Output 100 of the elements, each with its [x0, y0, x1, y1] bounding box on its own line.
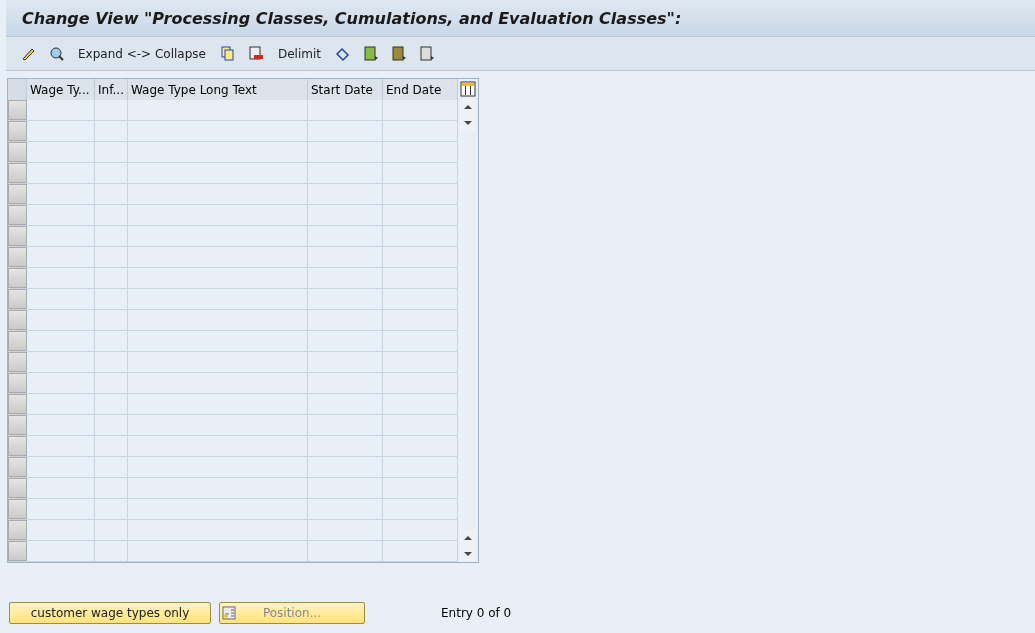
table-cell[interactable]: [308, 499, 383, 520]
table-cell[interactable]: [383, 541, 458, 562]
table-cell[interactable]: [308, 520, 383, 541]
table-cell[interactable]: [27, 247, 95, 268]
row-selector[interactable]: [8, 373, 27, 394]
table-cell[interactable]: [27, 226, 95, 247]
row-selector[interactable]: [8, 436, 27, 457]
table-cell[interactable]: [128, 163, 308, 184]
table-cell[interactable]: [308, 247, 383, 268]
row-selector[interactable]: [8, 394, 27, 415]
row-selector[interactable]: [8, 226, 27, 247]
row-selector[interactable]: [8, 121, 27, 142]
row-selector[interactable]: [8, 142, 27, 163]
row-selector[interactable]: [8, 247, 27, 268]
table-cell[interactable]: [383, 499, 458, 520]
table-cell[interactable]: [308, 163, 383, 184]
table-cell[interactable]: [95, 499, 128, 520]
table-cell[interactable]: [128, 184, 308, 205]
table-cell[interactable]: [95, 457, 128, 478]
row-selector[interactable]: [8, 310, 27, 331]
table-cell[interactable]: [27, 541, 95, 562]
table-cell[interactable]: [95, 163, 128, 184]
row-selector[interactable]: [8, 499, 27, 520]
table-cell[interactable]: [128, 226, 308, 247]
toolbar-button[interactable]: Expand <-> Collapse: [74, 46, 210, 61]
table-cell[interactable]: [27, 100, 95, 121]
column-header[interactable]: Wage Ty...: [27, 79, 95, 100]
table-cell[interactable]: [27, 289, 95, 310]
row-selector[interactable]: [8, 352, 27, 373]
table-cell[interactable]: [27, 121, 95, 142]
table-cell[interactable]: [27, 415, 95, 436]
table-cell[interactable]: [27, 184, 95, 205]
table-cell[interactable]: [383, 520, 458, 541]
table-cell[interactable]: [383, 415, 458, 436]
table-cell[interactable]: [95, 247, 128, 268]
table-cell[interactable]: [128, 394, 308, 415]
table-cell[interactable]: [308, 142, 383, 163]
table-cell[interactable]: [308, 289, 383, 310]
table-cell[interactable]: [27, 163, 95, 184]
table-cell[interactable]: [27, 205, 95, 226]
table-cell[interactable]: [128, 499, 308, 520]
table-cell[interactable]: [95, 100, 128, 121]
row-selector[interactable]: [8, 268, 27, 289]
table-cell[interactable]: [383, 352, 458, 373]
table-cell[interactable]: [308, 226, 383, 247]
table-cell[interactable]: [95, 184, 128, 205]
table-cell[interactable]: [95, 331, 128, 352]
table-cell[interactable]: [95, 394, 128, 415]
scroll-down-icon[interactable]: [459, 546, 476, 562]
table-cell[interactable]: [383, 268, 458, 289]
table-cell[interactable]: [128, 520, 308, 541]
table-cell[interactable]: [128, 289, 308, 310]
row-selector[interactable]: [8, 541, 27, 562]
table-cell[interactable]: [128, 457, 308, 478]
row-selector[interactable]: [8, 289, 27, 310]
table-cell[interactable]: [383, 394, 458, 415]
table-cell[interactable]: [95, 289, 128, 310]
table-cell[interactable]: [308, 478, 383, 499]
table-cell[interactable]: [128, 415, 308, 436]
row-selector[interactable]: [8, 415, 27, 436]
table-cell[interactable]: [383, 373, 458, 394]
table-cell[interactable]: [128, 268, 308, 289]
table-cell[interactable]: [383, 226, 458, 247]
table-cell[interactable]: [27, 520, 95, 541]
table-cell[interactable]: [383, 205, 458, 226]
table-cell[interactable]: [95, 436, 128, 457]
table-cell[interactable]: [128, 541, 308, 562]
table-cell[interactable]: [383, 184, 458, 205]
table-cell[interactable]: [95, 268, 128, 289]
table-cell[interactable]: [128, 310, 308, 331]
row-selector[interactable]: [8, 163, 27, 184]
table-cell[interactable]: [128, 205, 308, 226]
table-cell[interactable]: [27, 142, 95, 163]
row-selector[interactable]: [8, 100, 27, 121]
table-cell[interactable]: [128, 352, 308, 373]
table-cell[interactable]: [95, 142, 128, 163]
table-cell[interactable]: [308, 457, 383, 478]
table-cell[interactable]: [128, 121, 308, 142]
table-cell[interactable]: [383, 247, 458, 268]
table-cell[interactable]: [95, 352, 128, 373]
table-cell[interactable]: [383, 310, 458, 331]
table-cell[interactable]: [308, 184, 383, 205]
row-selector[interactable]: [8, 457, 27, 478]
table-cell[interactable]: [27, 394, 95, 415]
table-cell[interactable]: [308, 331, 383, 352]
table-cell[interactable]: [308, 121, 383, 142]
table-cell[interactable]: [27, 310, 95, 331]
table-cell[interactable]: [308, 205, 383, 226]
table-cell[interactable]: [383, 163, 458, 184]
toolbar-button[interactable]: Delimit: [273, 46, 325, 61]
table-cell[interactable]: [308, 352, 383, 373]
table-cell[interactable]: [308, 100, 383, 121]
table-cell[interactable]: [27, 331, 95, 352]
table-cell[interactable]: [308, 310, 383, 331]
table-cell[interactable]: [383, 142, 458, 163]
table-cell[interactable]: [383, 289, 458, 310]
table-cell[interactable]: [308, 436, 383, 457]
scroll-down-icon[interactable]: [459, 115, 476, 131]
table-cell[interactable]: [95, 373, 128, 394]
column-header[interactable]: Inf...: [95, 79, 128, 100]
